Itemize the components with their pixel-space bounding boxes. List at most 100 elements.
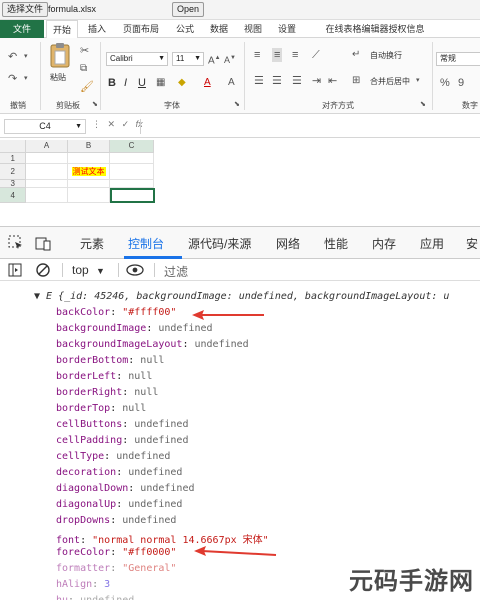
- comma-icon[interactable]: 9: [458, 76, 464, 90]
- tab-settings[interactable]: 设置: [272, 20, 302, 38]
- property-row[interactable]: borderRight: null: [56, 387, 158, 398]
- decrease-font-icon[interactable]: A▼: [224, 51, 236, 67]
- column-header[interactable]: C: [110, 140, 154, 153]
- object-summary[interactable]: ▼ E {_id: 45246, backgroundImage: undefi…: [34, 291, 449, 302]
- align-center-icon[interactable]: ☰: [272, 74, 282, 88]
- property-row[interactable]: font: "normal normal 14.6667px 宋体": [56, 531, 269, 546]
- cancel-icon[interactable]: ✕: [108, 119, 116, 129]
- property-row[interactable]: cellType: undefined: [56, 451, 170, 462]
- selected-cell-c4[interactable]: [110, 188, 155, 203]
- orientation-icon[interactable]: ⟋: [312, 48, 320, 62]
- row-header[interactable]: 1: [0, 153, 26, 164]
- confirm-icon[interactable]: ✓: [122, 119, 130, 129]
- property-row[interactable]: backColor: "#ffff00": [56, 307, 176, 318]
- sidebar-toggle-icon[interactable]: [8, 263, 22, 280]
- cell[interactable]: [110, 180, 154, 188]
- cell[interactable]: [26, 188, 68, 203]
- choose-file-button[interactable]: 选择文件: [2, 2, 49, 17]
- property-row[interactable]: backgroundImageLayout: undefined: [56, 339, 249, 350]
- property-row[interactable]: cellPadding: undefined: [56, 435, 188, 446]
- clear-console-icon[interactable]: [36, 263, 50, 280]
- border-icon[interactable]: ▦: [156, 76, 165, 90]
- tab-elements[interactable]: 元素: [80, 235, 104, 252]
- tab-file[interactable]: 文件: [0, 20, 44, 38]
- percent-icon[interactable]: %: [440, 76, 450, 90]
- row-header[interactable]: 2: [0, 164, 26, 180]
- clipboard-launcher-icon[interactable]: ⬊: [92, 98, 98, 112]
- cell[interactable]: [68, 188, 110, 203]
- live-expression-icon[interactable]: [126, 263, 144, 280]
- property-row[interactable]: cellButtons: undefined: [56, 419, 188, 430]
- device-toolbar-icon[interactable]: [34, 235, 52, 254]
- formula-input[interactable]: [140, 119, 474, 134]
- font-name-select[interactable]: Calibri ▼: [106, 52, 168, 66]
- indent-icon[interactable]: ⇥: [312, 74, 321, 88]
- cell[interactable]: [26, 153, 68, 164]
- select-all-corner[interactable]: [0, 140, 26, 153]
- property-row[interactable]: formatter: "General": [56, 563, 176, 574]
- tab-formulas[interactable]: 公式: [170, 20, 200, 38]
- alignment-launcher-icon[interactable]: ⬊: [420, 98, 426, 112]
- property-row[interactable]: dropDowns: undefined: [56, 515, 176, 526]
- outdent-icon[interactable]: ⇤: [328, 74, 337, 88]
- property-row[interactable]: borderTop: null: [56, 403, 146, 414]
- cell[interactable]: [110, 164, 154, 180]
- italic-icon[interactable]: I: [124, 76, 127, 90]
- tab-memory[interactable]: 内存: [372, 235, 396, 252]
- align-left-icon[interactable]: ☰: [254, 74, 264, 88]
- cell[interactable]: [68, 153, 110, 164]
- row-header[interactable]: 3: [0, 180, 26, 188]
- property-row[interactable]: hAlign: 3: [56, 579, 110, 590]
- tab-application[interactable]: 应用: [420, 235, 444, 252]
- column-header[interactable]: A: [26, 140, 68, 153]
- merge-center-button[interactable]: 合并后居中: [370, 76, 410, 87]
- property-row[interactable]: decoration: undefined: [56, 467, 182, 478]
- inspect-element-icon[interactable]: [8, 235, 24, 254]
- tab-security[interactable]: 安: [466, 235, 478, 252]
- number-format-select[interactable]: 常规: [436, 52, 480, 66]
- font-size-select[interactable]: 11 ▼: [172, 52, 204, 66]
- tab-sources[interactable]: 源代码/来源: [188, 235, 251, 252]
- property-row[interactable]: diagonalUp: undefined: [56, 499, 182, 510]
- wrap-text-button[interactable]: 自动换行: [370, 50, 402, 61]
- tab-page-layout[interactable]: 页面布局: [116, 20, 166, 38]
- merge-icon[interactable]: ⊞: [352, 74, 360, 88]
- align-top-icon[interactable]: ≡: [254, 48, 260, 62]
- fill-color-icon[interactable]: ◆: [178, 76, 186, 90]
- name-box[interactable]: C4 ▼: [4, 119, 86, 134]
- tab-license-info[interactable]: 在线表格编辑器授权信息: [310, 20, 440, 38]
- tab-performance[interactable]: 性能: [324, 235, 348, 252]
- underline-icon[interactable]: U: [138, 76, 146, 90]
- cut-icon[interactable]: ✂: [80, 44, 89, 58]
- chevron-down-icon[interactable]: ▾: [416, 74, 420, 88]
- align-right-icon[interactable]: ☰: [292, 74, 302, 88]
- cell[interactable]: [26, 164, 68, 180]
- filter-input[interactable]: 过滤: [164, 263, 188, 280]
- redo-icon[interactable]: ↷: [8, 72, 17, 86]
- cell[interactable]: [68, 180, 110, 188]
- tab-network[interactable]: 网络: [276, 235, 300, 252]
- tab-home[interactable]: 开始: [46, 20, 78, 39]
- paste-button[interactable]: 粘贴: [46, 42, 74, 86]
- property-row[interactable]: foreColor: "#ff0000": [56, 547, 176, 558]
- format-painter-icon[interactable]: 🖌: [80, 80, 94, 94]
- tab-view[interactable]: 视图: [238, 20, 268, 38]
- property-row[interactable]: borderLeft: null: [56, 371, 152, 382]
- copy-icon[interactable]: ⧉: [80, 62, 87, 76]
- font-launcher-icon[interactable]: ⬊: [234, 98, 240, 112]
- cell[interactable]: [110, 153, 154, 164]
- undo-dropdown-icon[interactable]: ▾: [24, 50, 28, 64]
- property-row[interactable]: borderBottom: null: [56, 355, 164, 366]
- font-color-icon[interactable]: A: [204, 76, 211, 90]
- open-button[interactable]: Open: [172, 2, 205, 17]
- cell-b2[interactable]: 测试文本: [68, 164, 110, 180]
- property-row[interactable]: hu: undefined: [56, 595, 134, 600]
- tab-data[interactable]: 数据: [204, 20, 234, 38]
- property-row[interactable]: diagonalDown: undefined: [56, 483, 194, 494]
- property-row[interactable]: backgroundImage: undefined: [56, 323, 213, 334]
- bold-icon[interactable]: B: [108, 76, 116, 90]
- redo-dropdown-icon[interactable]: ▾: [24, 72, 28, 86]
- context-selector[interactable]: top ▼: [72, 263, 105, 277]
- row-header[interactable]: 4: [0, 188, 26, 203]
- wrap-text-icon[interactable]: ↵: [352, 48, 360, 62]
